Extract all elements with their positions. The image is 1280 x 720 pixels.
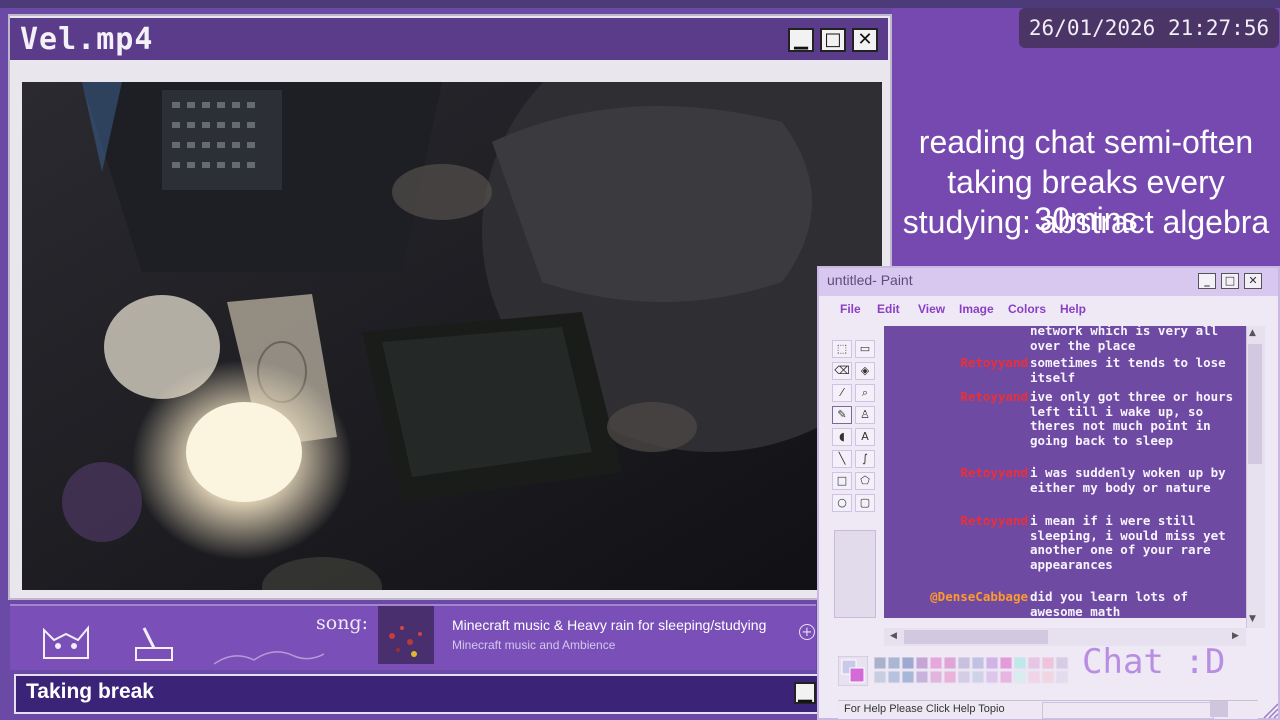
scroll-right-icon[interactable]: ▶ (1232, 631, 1239, 641)
break-text: Taking break (26, 680, 154, 703)
paint-minimize-button[interactable]: _ (1198, 273, 1216, 289)
chat-username: Retoyyand (960, 465, 1028, 480)
brush-icon[interactable]: ♙ (855, 406, 875, 424)
maximize-icon: □ (824, 29, 842, 50)
webcam-scene (22, 82, 882, 590)
minimize-icon: ▁ (794, 29, 808, 50)
rounded-rect-icon[interactable]: ▢ (855, 494, 875, 512)
tool-options[interactable] (834, 530, 876, 618)
paint-maximize-button[interactable]: □ (1221, 273, 1239, 289)
scroll-up-icon[interactable]: ▲ (1249, 328, 1256, 338)
rectangle-icon[interactable]: □ (832, 472, 852, 490)
chat-username: Retoyyand (960, 513, 1028, 528)
song-title: Minecraft music & Heavy rain for sleepin… (452, 617, 767, 633)
menu-view[interactable]: View (918, 302, 945, 316)
break-minimize-button[interactable]: ▁ (794, 682, 816, 704)
line-icon[interactable]: ╲ (832, 450, 852, 468)
status-panel-small (1210, 701, 1228, 717)
picker-icon[interactable]: ⁄ (832, 384, 852, 402)
magnifier-icon[interactable]: ⌕ (855, 384, 875, 402)
video-title: Vel.mp4 (20, 22, 154, 57)
polygon-icon[interactable]: ⬠ (855, 472, 875, 490)
chat-horizontal-scroll-thumb[interactable] (904, 630, 1048, 644)
chat-message-text: i was suddenly woken up by either my bod… (1030, 465, 1226, 495)
close-button[interactable]: ✕ (852, 28, 878, 52)
chat-message-text: did you learn lots of awesome math (1030, 589, 1189, 618)
paint-status-text: For Help Please Click Help Topio (844, 703, 1005, 715)
chat-message-text: ive only got three or hours left till i … (1030, 389, 1234, 448)
cat-icon (43, 625, 89, 659)
scroll-left-icon[interactable]: ◀ (890, 631, 897, 641)
chat-message-text: sometimes it tends to lose itself (1030, 355, 1226, 385)
ellipse-icon[interactable]: ○ (832, 494, 852, 512)
airbrush-icon[interactable]: ◖ (832, 428, 852, 446)
paint-title: untitled- Paint (827, 272, 913, 288)
menu-help[interactable]: Help (1060, 302, 1086, 316)
razor-icon (135, 627, 173, 661)
paint-toolbox: ⬚ ▭ ⌫ ◈ ⁄ ⌕ ✎ ♙ ◖ A ╲ ∫ □ ⬠ ○ ▢ (830, 336, 878, 516)
scroll-down-icon[interactable]: ▼ (1249, 614, 1256, 624)
free-select-icon[interactable]: ⬚ (832, 340, 852, 358)
current-colors[interactable] (838, 656, 868, 686)
rect-select-icon[interactable]: ▭ (855, 340, 875, 358)
chat-area: network which is very all over the place… (884, 326, 1246, 618)
song-artist: Minecraft music and Ambience (452, 638, 616, 652)
squiggle-icon (214, 651, 324, 665)
menu-file[interactable]: File (840, 302, 861, 316)
clock: 26/01/2026 21:27:56 (1019, 8, 1279, 48)
song-album-art (378, 606, 434, 664)
add-song-button[interactable]: + (799, 624, 815, 640)
minimize-icon: ▁ (798, 682, 812, 703)
webcam-video (22, 82, 882, 590)
chat-username: Retoyyand (960, 355, 1028, 370)
maximize-button[interactable]: □ (820, 28, 846, 52)
menu-image[interactable]: Image (959, 302, 994, 316)
song-label: song: (316, 612, 368, 634)
chat-label: Chat :D (1082, 642, 1226, 682)
chat-vertical-scroll-thumb[interactable] (1248, 344, 1262, 464)
resize-grip-icon[interactable] (1262, 702, 1278, 718)
curve-icon[interactable]: ∫ (855, 450, 875, 468)
chat-username: Retoyyand (960, 389, 1028, 404)
status-panel (1042, 702, 1214, 719)
close-icon: ✕ (857, 29, 873, 50)
eraser-icon[interactable]: ⌫ (832, 362, 852, 380)
color-palette[interactable] (874, 657, 1074, 685)
status-line-studying: studying: abstract algebra (902, 204, 1270, 240)
text-icon[interactable]: A (855, 428, 875, 446)
fill-icon[interactable]: ◈ (855, 362, 875, 380)
menu-edit[interactable]: Edit (877, 302, 900, 316)
album-art-image (378, 606, 434, 664)
chat-username: @DenseCabbage (930, 589, 1028, 604)
paint-close-button[interactable]: ✕ (1244, 273, 1262, 289)
top-strip (0, 0, 1280, 8)
chat-message-text: i mean if i were still sleeping, i would… (1030, 513, 1226, 572)
chat-message-text: network which is very all over the place (1030, 326, 1219, 353)
minimize-button[interactable]: ▁ (788, 28, 814, 52)
pencil-icon[interactable]: ✎ (832, 406, 852, 424)
menu-colors[interactable]: Colors (1008, 302, 1046, 316)
status-line-chat: reading chat semi-often (918, 124, 1254, 160)
